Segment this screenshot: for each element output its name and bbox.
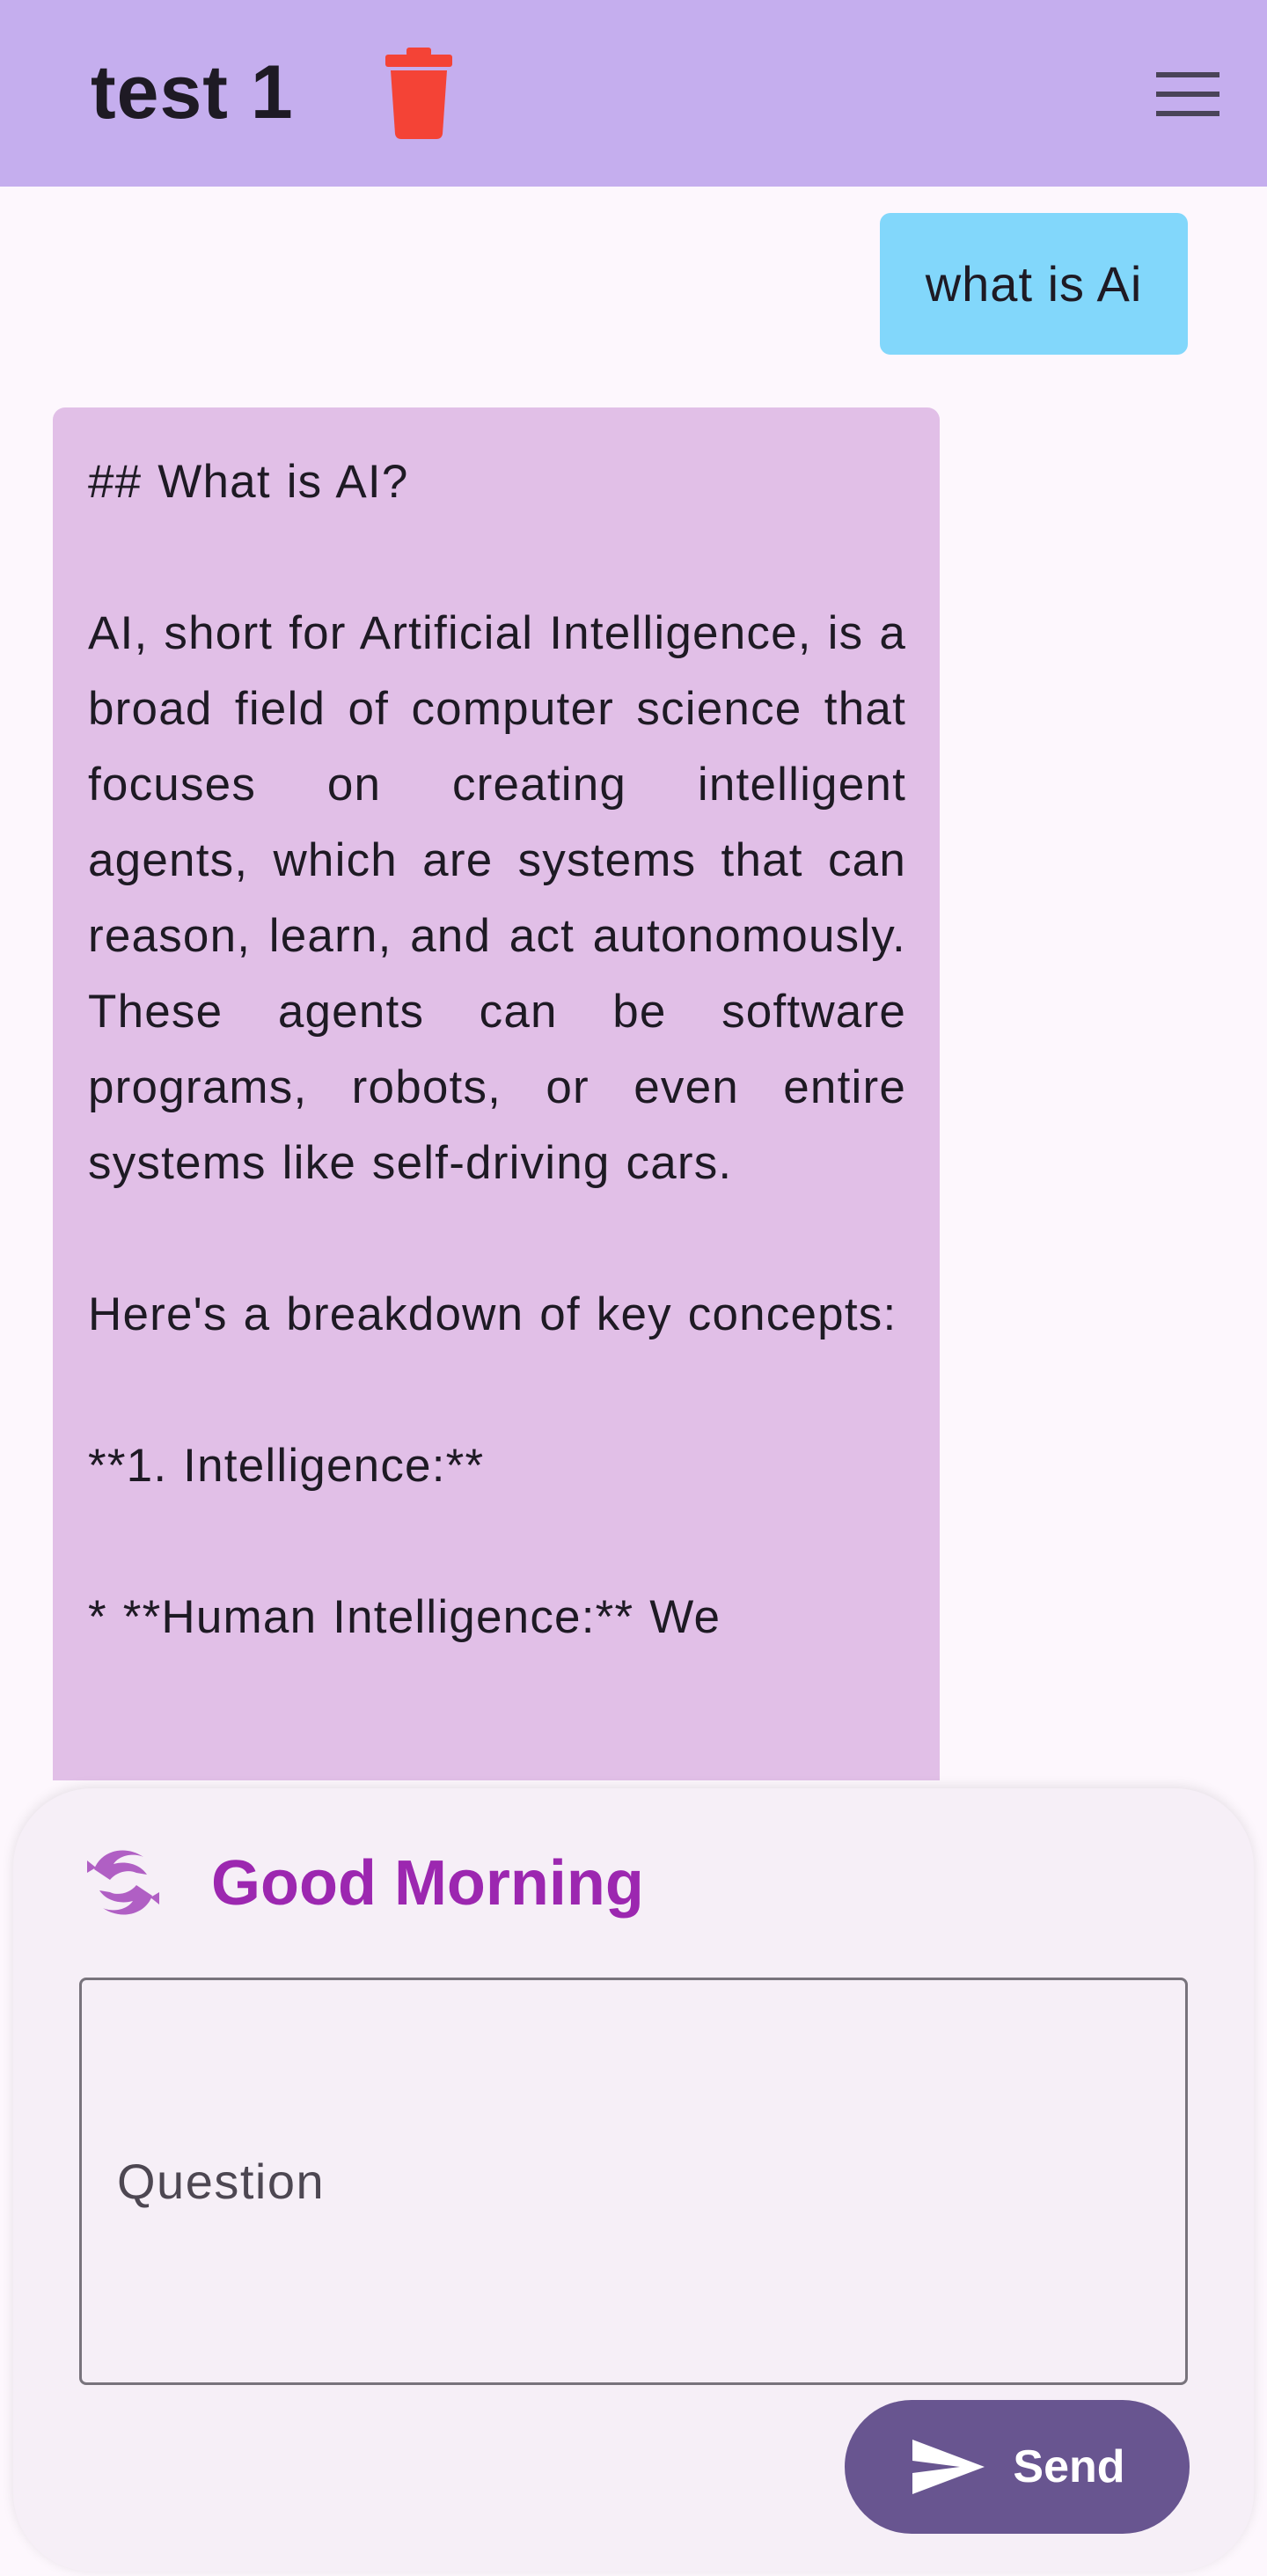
app-bar: test 1 <box>0 0 1267 187</box>
composer-sheet: Good Morning Send <box>13 1788 1254 2572</box>
send-button[interactable]: Send <box>845 2400 1190 2534</box>
question-input[interactable] <box>117 1980 1146 2382</box>
hamburger-menu-icon <box>1156 72 1219 116</box>
greeting-text: Good Morning <box>211 1848 644 1919</box>
chat-screen: test 1 what is Ai ## What is AI? AI, sho… <box>0 0 1267 2576</box>
trash-icon <box>385 48 452 139</box>
ai-message-bubble: ## What is AI? AI, short for Artificial … <box>53 407 940 1780</box>
chat-title: test 1 <box>91 50 294 135</box>
delete-chat-button[interactable] <box>375 42 463 141</box>
ai-message-text: ## What is AI? AI, short for Artificial … <box>88 456 906 1643</box>
question-field[interactable] <box>79 1978 1188 2385</box>
send-icon <box>912 2440 985 2494</box>
app-logo <box>75 1834 172 1931</box>
send-button-label: Send <box>1013 2441 1125 2492</box>
user-message-bubble: what is Ai <box>880 213 1188 355</box>
menu-button[interactable] <box>1144 63 1232 125</box>
dolphin-logo-icon <box>87 1850 159 1915</box>
user-message-text: what is Ai <box>925 256 1143 312</box>
